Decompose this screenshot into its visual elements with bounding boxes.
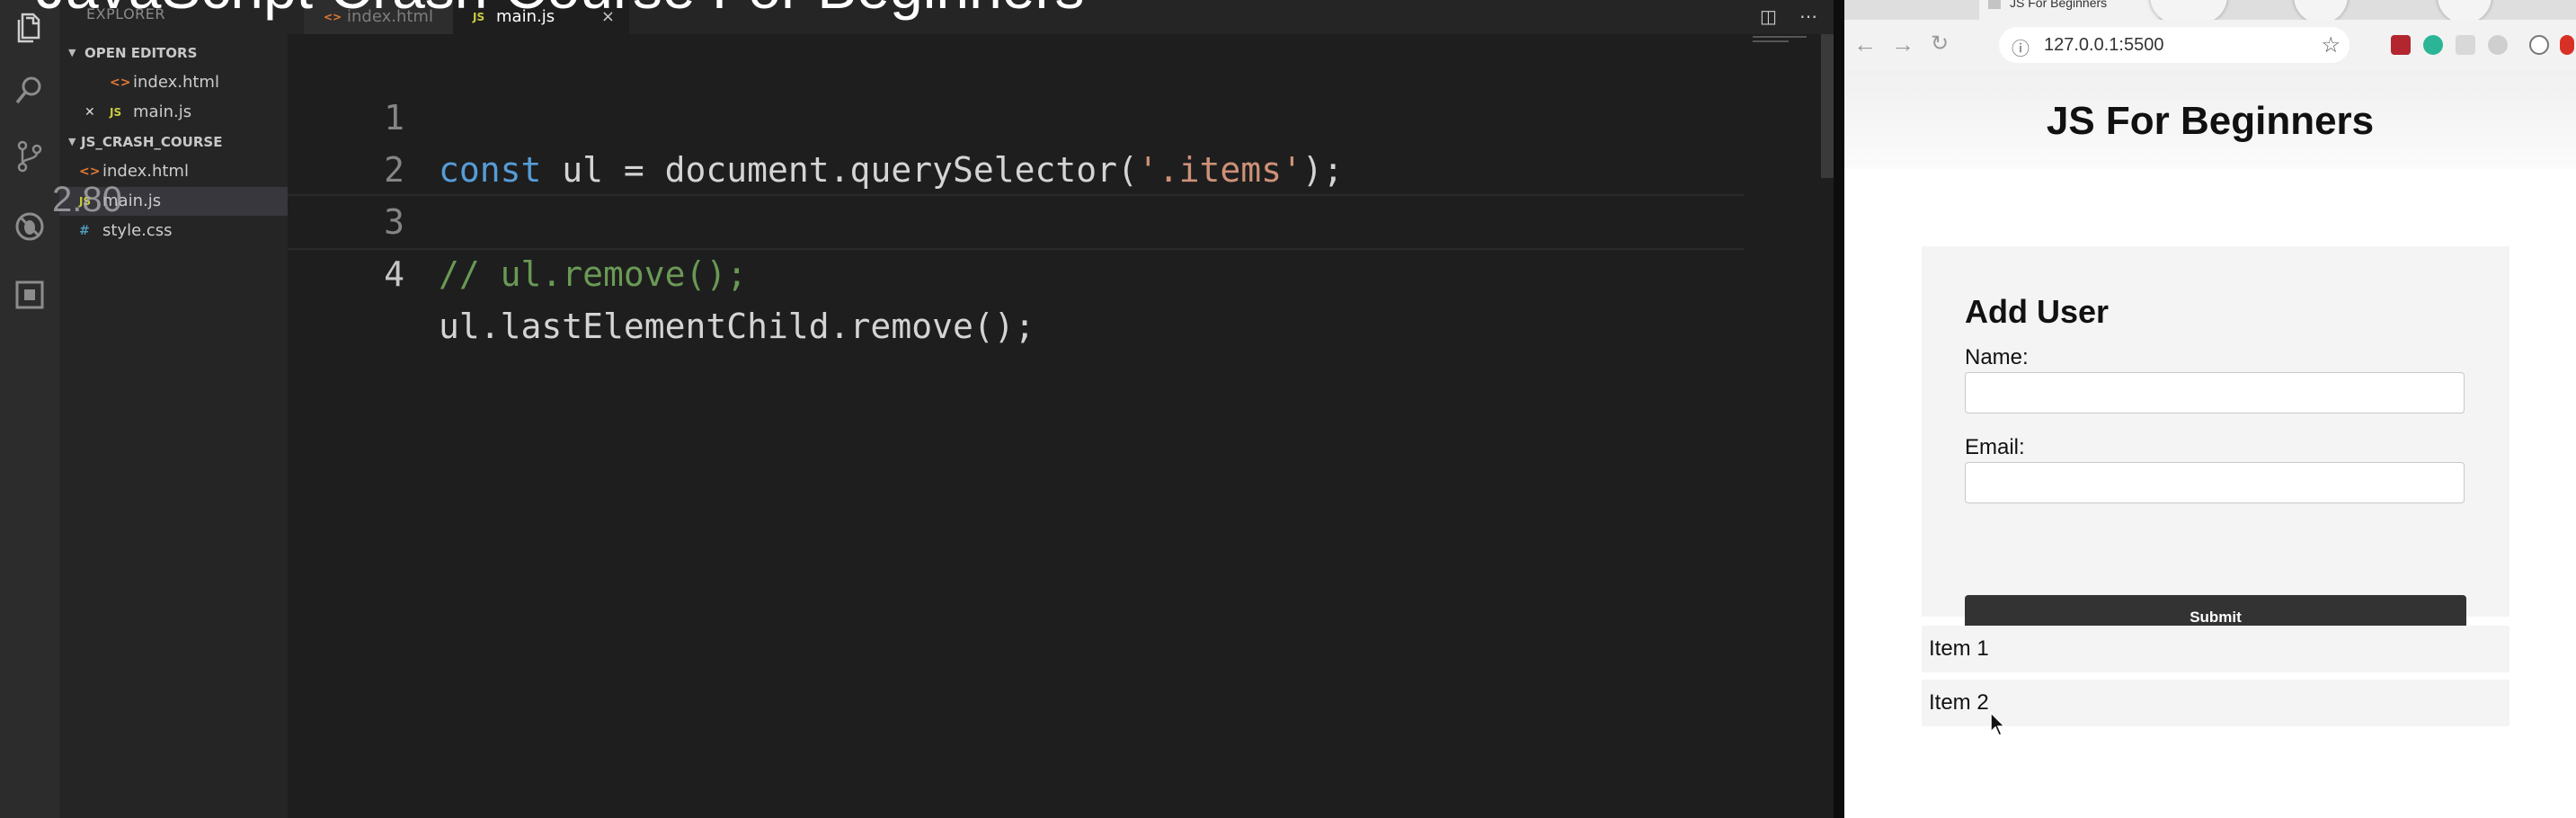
code-line: 1 const ul = document.querySelector('.it… <box>288 40 1744 190</box>
browser-toolbar: ← → ↻ ⓘ 127.0.0.1:5500 ☆ <box>1844 20 2576 71</box>
info-icon[interactable]: ⓘ <box>2012 34 2030 60</box>
profile-icon[interactable] <box>2529 35 2549 55</box>
js-file-icon: JS <box>110 106 122 119</box>
form-title: Add User <box>1965 293 2110 330</box>
css-file-icon: # <box>79 224 90 238</box>
list-item-text: Item 2 <box>1929 690 1989 715</box>
code-line: 3 // ul.remove(); <box>288 144 1744 294</box>
debug-icon[interactable] <box>12 209 48 245</box>
extensions-icon[interactable] <box>12 277 48 313</box>
list-item: Item 2 <box>1922 680 2509 726</box>
open-editors-section[interactable]: ▼ OPEN EDITORS <box>59 40 288 67</box>
browser-window: JS For Beginners ← → ↻ ⓘ 127.0.0.1:5500 … <box>1834 0 2576 818</box>
chevron-down-icon: ▼ <box>68 47 76 58</box>
split-editor-icon[interactable]: ◫ <box>1760 5 1777 28</box>
back-icon[interactable]: ← <box>1853 31 1877 58</box>
favicon-icon <box>1988 0 2001 9</box>
list-item: Item 1 <box>1922 626 2509 672</box>
search-icon[interactable] <box>12 72 48 108</box>
extension-icon[interactable] <box>2488 35 2508 55</box>
forward-icon[interactable]: → <box>1891 31 1914 58</box>
activity-bar <box>0 0 59 818</box>
name-label: Name: <box>1965 345 2029 369</box>
code-editor[interactable]: <> index.html JS main.js × ◫ ⋯ 1 const u… <box>288 0 1834 818</box>
file-name: main.js <box>133 102 192 121</box>
site-header: JS For Beginners <box>1844 70 2576 169</box>
open-editor-item-main-js[interactable]: ✕ JS main.js <box>59 98 288 127</box>
zoom-level-overlay: 2.80 <box>52 180 122 219</box>
browser-tab[interactable]: JS For Beginners <box>1979 0 2159 20</box>
page-title: JS For Beginners <box>2046 99 2375 143</box>
explorer-sidebar: EXPLORER ▼ OPEN EDITORS <> index.html ✕ … <box>59 0 288 818</box>
code-line: 2 <box>288 92 1744 190</box>
code-token: ul.lastElementChild.remove(); <box>439 307 1035 346</box>
email-input[interactable] <box>1965 462 2465 503</box>
code-token: // ul.remove(); <box>439 254 748 294</box>
extension-icon[interactable] <box>2560 35 2574 55</box>
mouse-cursor-icon <box>1990 712 2006 736</box>
open-editor-item-index-html[interactable]: <> index.html <box>59 68 288 97</box>
bookmark-star-icon[interactable]: ☆ <box>2321 32 2341 58</box>
editor-actions: ◫ ⋯ <box>1753 0 1834 34</box>
list-item-text: Item 1 <box>1929 636 1989 661</box>
file-name: style.css <box>102 221 173 240</box>
more-actions-icon[interactable]: ⋯ <box>1799 5 1817 28</box>
extension-icon[interactable] <box>2391 35 2411 55</box>
video-title-overlay: JavaScript Crash Course For Beginners <box>36 0 1084 22</box>
line-code: // ul.remove(); <box>439 248 747 300</box>
url-text: 127.0.0.1:5500 <box>2044 35 2164 55</box>
project-label: JS_CRASH_COURSE <box>81 134 223 150</box>
extension-icon[interactable] <box>2423 35 2443 55</box>
line-code: ul.lastElementChild.remove(); <box>439 300 1035 352</box>
source-control-icon[interactable] <box>12 138 48 174</box>
name-input[interactable] <box>1965 372 2465 413</box>
project-section[interactable]: ▼ JS_CRASH_COURSE <box>59 129 288 156</box>
extension-icon[interactable] <box>2456 35 2475 55</box>
code-line-current: 4 ul.lastElementChild.remove(); <box>288 194 1744 346</box>
file-name: index.html <box>133 73 219 92</box>
address-bar[interactable]: ⓘ 127.0.0.1:5500 ☆ <box>1999 27 2349 63</box>
close-icon[interactable]: ✕ <box>84 98 95 127</box>
file-item-style-css[interactable]: # style.css <box>59 217 288 245</box>
open-editors-label: OPEN EDITORS <box>84 45 198 61</box>
html-file-icon: <> <box>110 76 131 90</box>
browser-tab-title: JS For Beginners <box>2010 0 2108 10</box>
minimap[interactable] <box>1753 36 1807 54</box>
email-label: Email: <box>1965 435 2025 459</box>
line-number: 4 <box>384 254 404 294</box>
add-user-form: Add User Name: Email: Submit <box>1922 246 2509 640</box>
page-viewport: JS For Beginners Add User Name: Email: S… <box>1844 70 2576 818</box>
vertical-scrollbar[interactable] <box>1821 34 1834 178</box>
chevron-down-icon: ▼ <box>68 136 76 147</box>
reload-icon[interactable]: ↻ <box>1931 31 1949 57</box>
